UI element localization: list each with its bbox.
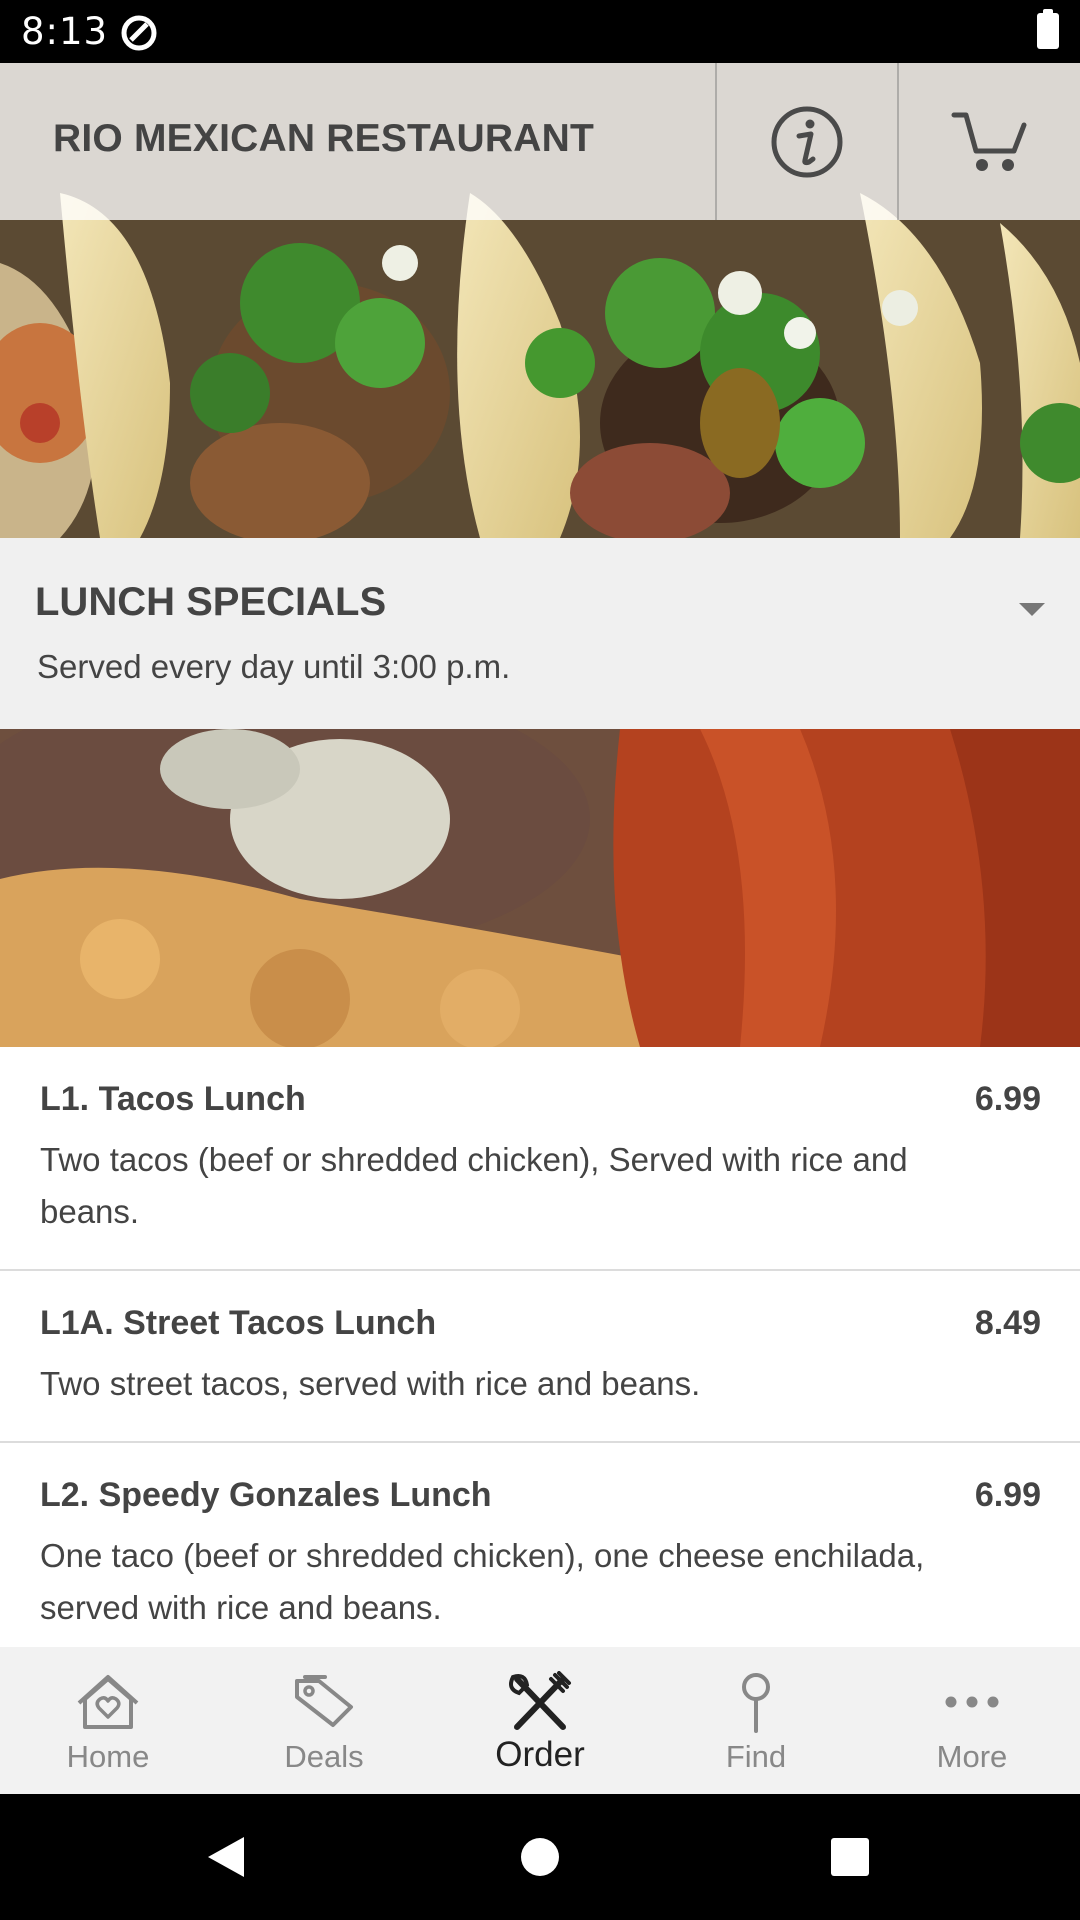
back-icon xyxy=(208,1837,244,1877)
cart-button[interactable] xyxy=(899,63,1080,220)
caret-down-icon[interactable] xyxy=(1017,600,1047,618)
section-image xyxy=(0,729,1080,1047)
item-name: L1A. Street Tacos Lunch xyxy=(40,1304,437,1342)
nav-label: Find xyxy=(725,1739,787,1774)
recents-button[interactable] xyxy=(790,1794,910,1920)
item-name: L1. Tacos Lunch xyxy=(40,1080,306,1118)
status-bar: 8:13 xyxy=(0,0,1080,63)
menu-list: L1. Tacos Lunch 6.99 Two tacos (beef or … xyxy=(0,1047,1080,1673)
item-description: One taco (beef or shredded chicken), one… xyxy=(40,1537,925,1626)
item-price: 6.99 xyxy=(974,1080,1041,1118)
app-screen: RIO MEXICAN RESTAURANT LUNCH SPECIALS Se… xyxy=(0,63,1080,1794)
nav-label: Home xyxy=(66,1739,150,1774)
battery-icon xyxy=(1037,9,1059,49)
nav-deals[interactable]: Deals xyxy=(216,1647,432,1794)
map-pin-icon xyxy=(742,1673,770,1733)
section-title: LUNCH SPECIALS xyxy=(35,580,387,624)
restaurant-title: RIO MEXICAN RESTAURANT xyxy=(53,117,595,160)
menu-item[interactable]: L1A. Street Tacos Lunch 8.49 Two street … xyxy=(0,1271,1080,1443)
item-description: Two street tacos, served with rice and b… xyxy=(40,1365,701,1402)
item-price: 8.49 xyxy=(974,1304,1041,1342)
item-description: Two tacos (beef or shredded chicken), Se… xyxy=(40,1141,908,1230)
nav-order[interactable]: Order xyxy=(432,1647,648,1794)
nav-label: Deals xyxy=(284,1739,364,1774)
item-price: 6.99 xyxy=(974,1476,1041,1514)
recents-icon xyxy=(831,1838,869,1876)
section-subtitle: Served every day until 3:00 p.m. xyxy=(37,648,511,685)
bottom-nav: Home Deals Order Find More xyxy=(0,1647,1080,1794)
back-button[interactable] xyxy=(166,1794,286,1920)
utensils-icon xyxy=(509,1671,571,1730)
home-heart-icon xyxy=(77,1675,139,1729)
section-header[interactable]: LUNCH SPECIALS Served every day until 3:… xyxy=(0,538,1080,729)
cart-icon xyxy=(951,112,1026,171)
menu-item[interactable]: L1. Tacos Lunch 6.99 Two tacos (beef or … xyxy=(0,1047,1080,1271)
info-button[interactable] xyxy=(717,63,897,220)
more-dots-icon xyxy=(945,1696,999,1708)
system-nav-bar xyxy=(0,1794,1080,1920)
home-circle-icon xyxy=(521,1838,559,1876)
nav-find[interactable]: Find xyxy=(648,1647,864,1794)
home-button[interactable] xyxy=(480,1794,600,1920)
data-saver-icon xyxy=(121,15,157,51)
status-time: 8:13 xyxy=(21,10,109,53)
nav-home[interactable]: Home xyxy=(0,1647,216,1794)
nav-label: More xyxy=(936,1739,1008,1774)
menu-item[interactable]: L2. Speedy Gonzales Lunch 6.99 One taco … xyxy=(0,1443,1080,1673)
app-header: RIO MEXICAN RESTAURANT xyxy=(0,63,1080,220)
info-icon xyxy=(771,106,843,177)
tags-icon xyxy=(295,1675,353,1727)
nav-more[interactable]: More xyxy=(864,1647,1080,1794)
item-name: L2. Speedy Gonzales Lunch xyxy=(40,1476,492,1514)
nav-label: Order xyxy=(495,1735,585,1774)
